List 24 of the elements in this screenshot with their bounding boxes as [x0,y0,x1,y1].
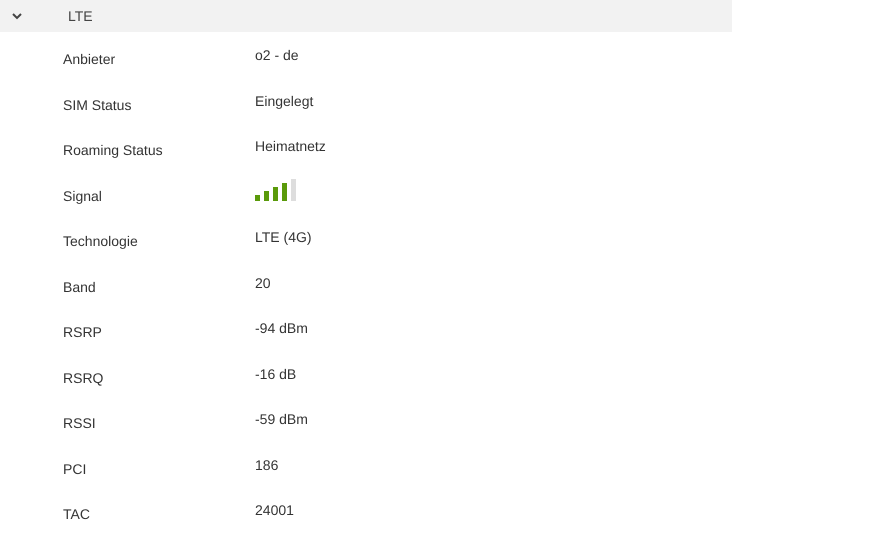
field-value: -59 dBm [255,411,308,427]
field-value: -16 dB [255,366,296,382]
field-value: -94 dBm [255,320,308,336]
field-label: Signal [63,186,103,204]
field-label: RSRQ [63,368,104,386]
field-label: RSSI [63,414,97,431]
field-label: Roaming Status [63,141,164,158]
field-label: Technologie [63,232,139,249]
field-label: SIM Status [63,96,132,112]
field-value: Eingelegt [255,92,314,108]
field-value: o2 - de [255,47,299,63]
field-value: 186 [255,456,278,472]
field-label: TAC [63,505,91,522]
field-label: PCI [63,460,88,476]
field-value: 24001 [255,502,294,518]
field-value: LTE (4G) [255,229,312,245]
field-label: Anbieter [63,50,116,67]
field-value: 20 [255,274,271,290]
field-label: RSRP [63,323,103,340]
field-label: Band [63,278,97,294]
section-title: LTE [68,8,93,24]
section-header[interactable]: LTE [0,0,732,32]
signal-strength-icon [255,178,297,200]
field-value: Heimatnetz [255,138,326,154]
